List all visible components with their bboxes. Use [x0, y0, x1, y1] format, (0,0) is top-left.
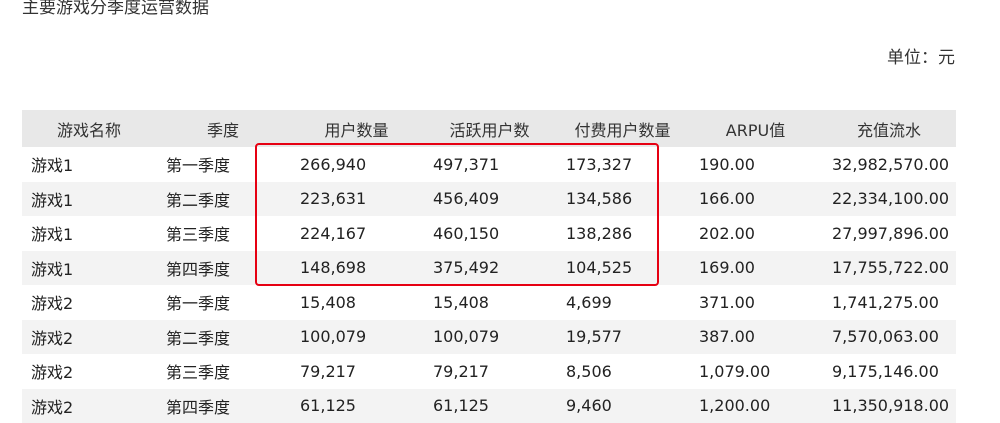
cell-paying-users: 4,699	[556, 285, 689, 320]
cell-game-name: 游戏2	[22, 285, 156, 320]
header-revenue: 充值流水	[822, 110, 956, 147]
table-row: 游戏2 第一季度 15,408 15,408 4,699 371.00 1,74…	[22, 285, 956, 320]
cell-revenue: 22,334,100.00	[822, 181, 956, 216]
cell-game-name: 游戏2	[22, 319, 156, 354]
header-quarter: 季度	[156, 110, 290, 147]
page-title: 主要游戏分季度运营数据	[22, 0, 209, 18]
cell-arpu: 1,079.00	[689, 354, 822, 389]
header-active-users: 活跃用户数	[423, 110, 556, 147]
cell-user-count: 223,631	[290, 181, 423, 216]
cell-quarter: 第三季度	[156, 216, 290, 251]
cell-active-users: 460,150	[423, 216, 556, 251]
cell-active-users: 497,371	[423, 147, 556, 182]
cell-paying-users: 173,327	[556, 147, 689, 182]
cell-arpu: 387.00	[689, 319, 822, 354]
cell-revenue: 9,175,146.00	[822, 354, 956, 389]
cell-game-name: 游戏2	[22, 354, 156, 389]
table-row: 游戏1 第四季度 148,698 375,492 104,525 169.00 …	[22, 250, 956, 285]
cell-quarter: 第三季度	[156, 354, 290, 389]
header-user-count: 用户数量	[290, 110, 423, 147]
cell-paying-users: 134,586	[556, 181, 689, 216]
table-header-row: 游戏名称 季度 用户数量 活跃用户数 付费用户数量 ARPU值 充值流水	[22, 110, 956, 147]
cell-arpu: 371.00	[689, 285, 822, 320]
cell-revenue: 7,570,063.00	[822, 319, 956, 354]
cell-game-name: 游戏2	[22, 388, 156, 423]
cell-user-count: 61,125	[290, 388, 423, 423]
unit-label: 单位：元	[887, 48, 955, 68]
cell-quarter: 第一季度	[156, 147, 290, 182]
cell-revenue: 27,997,896.00	[822, 216, 956, 251]
cell-user-count: 148,698	[290, 250, 423, 285]
cell-active-users: 79,217	[423, 354, 556, 389]
cell-user-count: 224,167	[290, 216, 423, 251]
cell-arpu: 190.00	[689, 147, 822, 182]
cell-revenue: 11,350,918.00	[822, 388, 956, 423]
cell-arpu: 166.00	[689, 181, 822, 216]
cell-user-count: 266,940	[290, 147, 423, 182]
cell-revenue: 1,741,275.00	[822, 285, 956, 320]
cell-active-users: 456,409	[423, 181, 556, 216]
cell-active-users: 375,492	[423, 250, 556, 285]
cell-arpu: 1,200.00	[689, 388, 822, 423]
table-row: 游戏2 第四季度 61,125 61,125 9,460 1,200.00 11…	[22, 388, 956, 423]
header-game-name: 游戏名称	[22, 110, 156, 147]
cell-active-users: 100,079	[423, 319, 556, 354]
cell-paying-users: 9,460	[556, 388, 689, 423]
table-row: 游戏2 第二季度 100,079 100,079 19,577 387.00 7…	[22, 319, 956, 354]
cell-paying-users: 138,286	[556, 216, 689, 251]
cell-game-name: 游戏1	[22, 216, 156, 251]
cell-active-users: 61,125	[423, 388, 556, 423]
cell-paying-users: 19,577	[556, 319, 689, 354]
cell-revenue: 32,982,570.00	[822, 147, 956, 182]
cell-quarter: 第四季度	[156, 250, 290, 285]
cell-paying-users: 104,525	[556, 250, 689, 285]
cell-revenue: 17,755,722.00	[822, 250, 956, 285]
cell-user-count: 79,217	[290, 354, 423, 389]
table-row: 游戏1 第三季度 224,167 460,150 138,286 202.00 …	[22, 216, 956, 251]
cell-game-name: 游戏1	[22, 250, 156, 285]
cell-game-name: 游戏1	[22, 147, 156, 182]
cell-arpu: 202.00	[689, 216, 822, 251]
table-row: 游戏1 第二季度 223,631 456,409 134,586 166.00 …	[22, 181, 956, 216]
cell-game-name: 游戏1	[22, 181, 156, 216]
cell-quarter: 第二季度	[156, 181, 290, 216]
header-arpu: ARPU值	[689, 110, 822, 147]
cell-quarter: 第四季度	[156, 388, 290, 423]
cell-user-count: 100,079	[290, 319, 423, 354]
header-paying-users: 付费用户数量	[556, 110, 689, 147]
cell-active-users: 15,408	[423, 285, 556, 320]
cell-user-count: 15,408	[290, 285, 423, 320]
cell-paying-users: 8,506	[556, 354, 689, 389]
cell-arpu: 169.00	[689, 250, 822, 285]
cell-quarter: 第一季度	[156, 285, 290, 320]
game-operations-table: 游戏名称 季度 用户数量 活跃用户数 付费用户数量 ARPU值 充值流水 游戏1…	[22, 110, 956, 423]
cell-quarter: 第二季度	[156, 319, 290, 354]
table-row: 游戏2 第三季度 79,217 79,217 8,506 1,079.00 9,…	[22, 354, 956, 389]
table-row: 游戏1 第一季度 266,940 497,371 173,327 190.00 …	[22, 147, 956, 182]
